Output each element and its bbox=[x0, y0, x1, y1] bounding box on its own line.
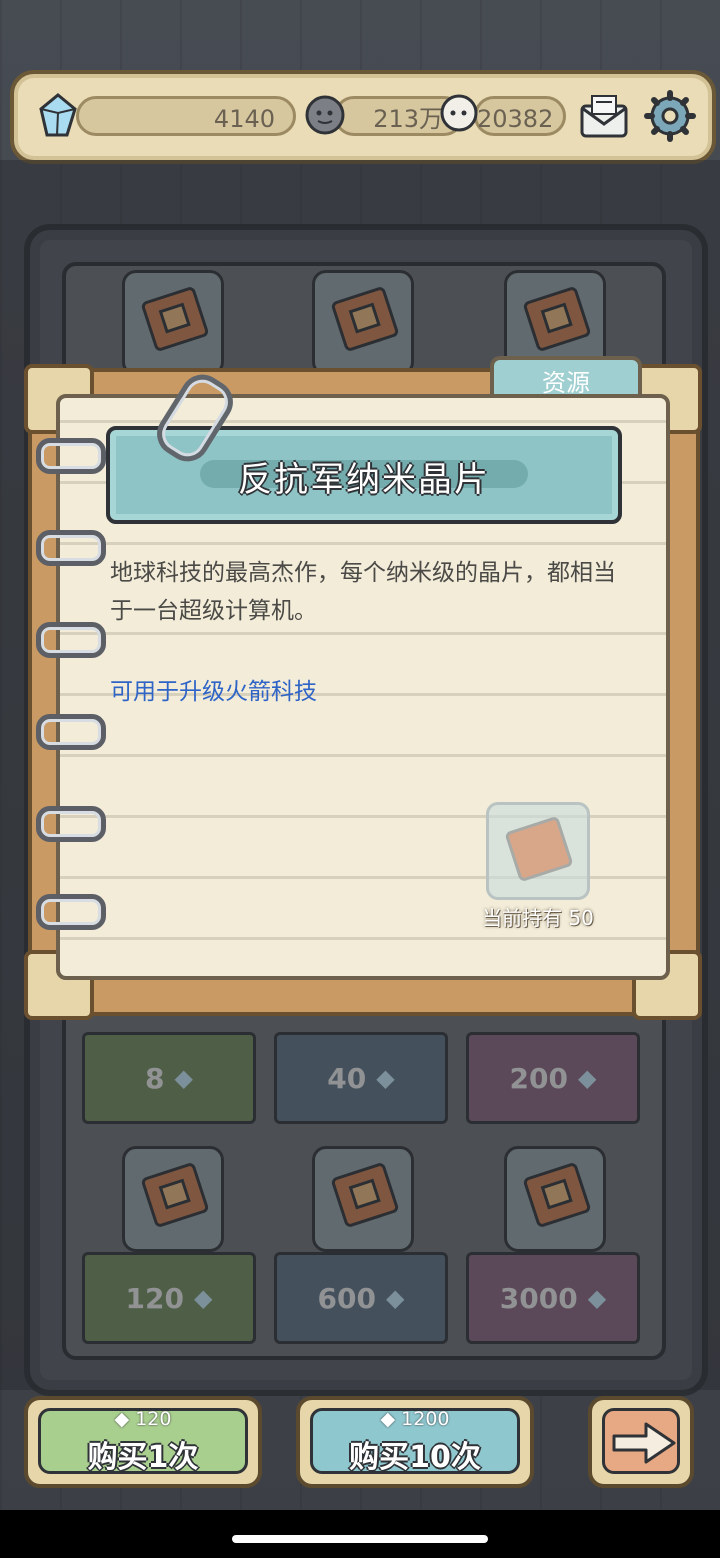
system-nav-area bbox=[0, 1510, 720, 1558]
gem-counter: 4140 bbox=[76, 96, 296, 136]
binder-ring-icon bbox=[36, 894, 106, 930]
home-indicator[interactable] bbox=[232, 1535, 488, 1543]
gear-icon[interactable] bbox=[640, 86, 700, 146]
binder-ring-icon bbox=[36, 622, 106, 658]
next-button[interactable] bbox=[588, 1396, 694, 1488]
soul-count: 20382 bbox=[477, 105, 554, 133]
binder-ring-icon bbox=[36, 438, 106, 474]
resource-bar: 4140 213万 20382 bbox=[10, 70, 716, 164]
mail-icon[interactable] bbox=[576, 88, 632, 144]
ghost-icon bbox=[436, 92, 482, 138]
buy-one-cost: ◆ 120 bbox=[114, 1408, 172, 1430]
buy-one-label: 购买1次 bbox=[87, 1440, 199, 1475]
arrow-right-icon bbox=[610, 1420, 678, 1470]
buy-one-button[interactable]: ◆ 120 购买1次 bbox=[24, 1396, 262, 1488]
binder-ring-icon bbox=[36, 806, 106, 842]
binder-ring-icon bbox=[36, 714, 106, 750]
owned-item: 当前持有 50 bbox=[470, 798, 606, 931]
item-usage: 可用于升级火箭科技 bbox=[110, 679, 317, 705]
buy-ten-label: 购买10次 bbox=[349, 1440, 481, 1475]
item-description: 地球科技的最高杰作，每个纳米级的晶片，都相当于一台超级计算机。 bbox=[110, 560, 616, 624]
binder-ring-icon bbox=[36, 530, 106, 566]
buy-ten-cost: ◆ 1200 bbox=[380, 1408, 450, 1430]
coin-face-icon bbox=[302, 92, 348, 138]
chip-robot-icon bbox=[486, 802, 590, 900]
owned-label: 当前持有 bbox=[482, 906, 563, 930]
owned-count-label: 当前持有 50 bbox=[470, 902, 606, 931]
buy-ten-button[interactable]: ◆ 1200 购买10次 bbox=[296, 1396, 534, 1488]
coin-count: 213万 bbox=[373, 105, 443, 133]
gem-count: 4140 bbox=[213, 105, 275, 133]
owned-count: 50 bbox=[568, 906, 594, 930]
soul-counter: 20382 bbox=[474, 96, 566, 136]
crystal-gem-icon bbox=[30, 88, 86, 144]
